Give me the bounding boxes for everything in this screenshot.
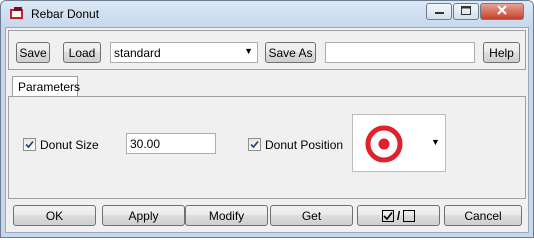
save-as-name-field[interactable] [325, 42, 475, 63]
chevron-down-icon: ▼ [431, 137, 440, 147]
dialog-client-area: Save Load standard ▼ Save As Help Parame… [5, 27, 529, 233]
donut-position-select[interactable]: ▼ [352, 114, 446, 172]
get-button[interactable]: Get [270, 205, 353, 226]
donut-position-label: Donut Position [265, 138, 344, 152]
parameters-panel: Donut Size 30.00 Donut Position ▼ [8, 96, 526, 199]
maximize-icon [461, 5, 471, 18]
toggle-separator: / [396, 208, 401, 223]
donut-size-label: Donut Size [40, 138, 99, 152]
select-all-toggle-button[interactable]: / [357, 205, 440, 226]
load-button[interactable]: Load [63, 42, 101, 63]
donut-position-checkbox[interactable] [248, 138, 261, 151]
title-bar[interactable]: Rebar Donut [1, 1, 533, 27]
checked-box-icon [381, 209, 394, 222]
rebar-app-icon [9, 6, 25, 22]
ok-button[interactable]: OK [13, 205, 96, 226]
minimize-icon [434, 6, 444, 18]
tab-parameters[interactable]: Parameters [12, 76, 80, 97]
close-icon [497, 5, 507, 18]
target-icon [365, 125, 403, 166]
help-button[interactable]: Help [483, 42, 520, 63]
maximize-button[interactable] [453, 3, 479, 20]
window-title: Rebar Donut [31, 7, 100, 21]
donut-size-input[interactable]: 30.00 [126, 133, 216, 154]
preset-select-value: standard [114, 46, 161, 60]
chevron-down-icon: ▼ [244, 46, 253, 56]
preset-panel: Save Load standard ▼ Save As Help [8, 30, 526, 70]
donut-size-checkbox[interactable] [23, 138, 36, 151]
save-as-button[interactable]: Save As [265, 42, 316, 63]
checkmark-icon [250, 140, 259, 149]
modify-button[interactable]: Modify [185, 205, 268, 226]
apply-button[interactable]: Apply [102, 205, 185, 226]
unchecked-box-icon [403, 209, 416, 222]
minimize-button[interactable] [426, 3, 452, 20]
save-button[interactable]: Save [16, 42, 50, 63]
checkmark-icon [25, 140, 34, 149]
dialog-window: Rebar Donut Save Load standard ▼ Save As… [0, 0, 534, 238]
close-button[interactable] [480, 3, 524, 20]
cancel-button[interactable]: Cancel [444, 205, 522, 226]
preset-select[interactable]: standard ▼ [110, 42, 258, 63]
action-bar: OK Apply Modify Get / Cancel [8, 201, 526, 229]
